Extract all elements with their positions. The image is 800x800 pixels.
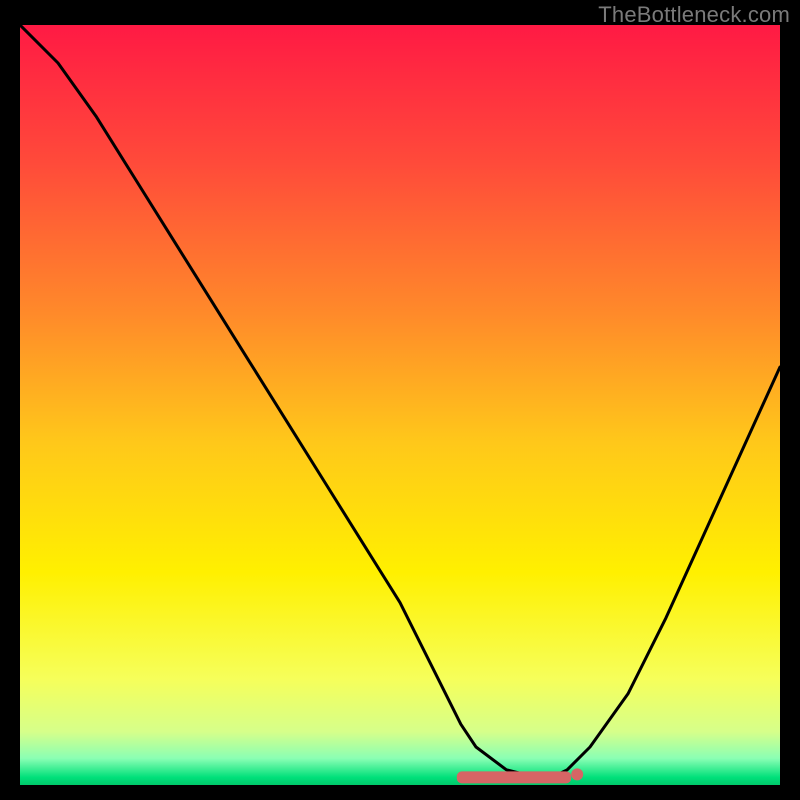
bottleneck-curve-svg: [20, 25, 780, 785]
optimal-range-end-dot: [571, 768, 583, 780]
chart-frame: TheBottleneck.com: [0, 0, 800, 800]
plot-area: [20, 25, 780, 785]
bottleneck-curve: [20, 25, 780, 777]
optimal-range-marker: [457, 771, 571, 783]
